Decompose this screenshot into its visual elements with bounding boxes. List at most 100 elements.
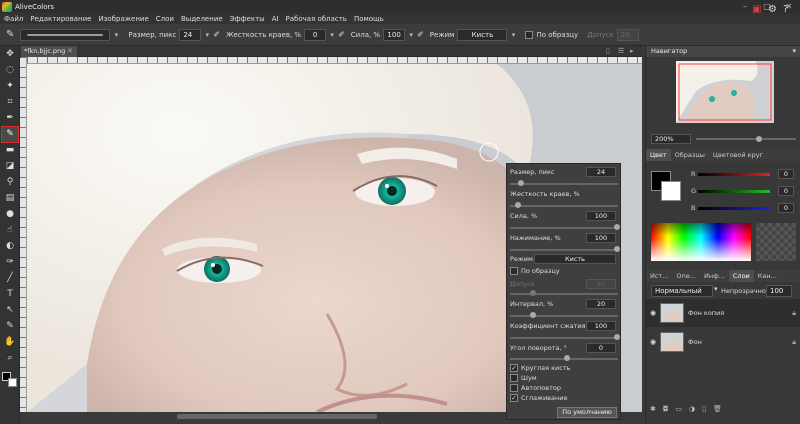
text-tool-icon[interactable]: T [2, 287, 18, 302]
eyedropper-tool-icon[interactable]: ✒ [2, 111, 18, 126]
blur-tool-icon[interactable]: ● [2, 207, 18, 222]
lock-icon[interactable]: 🔒︎ [792, 338, 796, 347]
channel-b-slider[interactable] [698, 207, 770, 210]
navigator-thumbnail[interactable] [676, 61, 774, 123]
new-document-icon[interactable]: ▯ [606, 46, 610, 57]
scrollbar-thumb[interactable] [177, 414, 377, 419]
panel-pressure-input[interactable]: 100 [586, 233, 616, 243]
sampler-tool-icon[interactable]: ✎ [2, 319, 18, 334]
tab-operations[interactable]: Опе... [672, 270, 700, 282]
pressure-icon[interactable]: ✐ [417, 30, 424, 39]
panel-size-input[interactable]: 24 [586, 167, 616, 177]
menu-effects[interactable]: Эффекты [230, 15, 265, 23]
blend-mode-select[interactable]: Нормальный [651, 285, 713, 297]
noise-checkbox[interactable] [510, 374, 518, 382]
navigator-menu-icon[interactable]: ▾ [792, 47, 796, 55]
pressure-slider[interactable] [510, 246, 620, 252]
visibility-icon[interactable]: ◉ [646, 338, 660, 346]
tab-color[interactable]: Цвет [646, 149, 671, 161]
menu-file[interactable]: Файл [4, 15, 23, 23]
tab-info[interactable]: Инф... [700, 270, 729, 282]
panel-tolerance-input[interactable]: 20 [586, 279, 616, 289]
brush-preview[interactable] [20, 28, 111, 41]
background-swatch[interactable] [661, 181, 681, 201]
pen-tool-icon[interactable]: ✑ [2, 255, 18, 270]
background-color-swatch[interactable] [8, 378, 17, 387]
menu-select[interactable]: Выделение [181, 15, 223, 23]
color-spectrum[interactable] [651, 223, 751, 261]
hardness-slider[interactable] [510, 202, 618, 208]
new-layer-icon[interactable]: ▯ [702, 405, 706, 413]
eraser-tool-icon[interactable]: ▬ [2, 143, 18, 158]
size-slider[interactable] [510, 180, 618, 186]
opacity-input[interactable]: 100 [766, 285, 792, 297]
crop-tool-icon[interactable]: ⌗ [2, 95, 18, 110]
zoom-tool-icon[interactable]: ⌕ [2, 351, 18, 366]
menu-edit[interactable]: Редактирование [30, 15, 91, 23]
settings-icon[interactable]: ⚙ [768, 4, 777, 15]
channel-g-slider[interactable] [698, 190, 770, 193]
dodge-tool-icon[interactable]: ◐ [2, 239, 18, 254]
smoothing-checkbox[interactable] [510, 394, 518, 402]
layer-row[interactable]: ◉ Фон 🔒︎ [646, 328, 800, 356]
gradient-tool-icon[interactable]: ▤ [2, 191, 18, 206]
strength-stepper[interactable]: ▾ [405, 29, 417, 41]
size-input[interactable]: 24 [179, 28, 202, 41]
document-scroll-icon[interactable]: ▸ [630, 46, 634, 57]
recent-colors-grid[interactable] [756, 223, 796, 261]
pressure-icon[interactable]: ✐ [213, 30, 220, 39]
lock-icon[interactable]: 🔒︎ [792, 309, 796, 318]
angle-slider[interactable] [510, 355, 618, 361]
channel-g-input[interactable]: 0 [778, 186, 794, 196]
strength-slider[interactable] [510, 224, 620, 230]
tab-swatches[interactable]: Образцы [671, 149, 709, 161]
channel-r-input[interactable]: 0 [778, 169, 794, 179]
hand-tool-icon[interactable]: ✋ [2, 335, 18, 350]
tab-channels[interactable]: Кан... [754, 270, 781, 282]
panel-interval-input[interactable]: 20 [586, 299, 616, 309]
visibility-icon[interactable]: ◉ [646, 309, 660, 317]
add-mask-icon[interactable]: ◘ [663, 405, 669, 413]
layer-row[interactable]: ◉ Фон копия 🔒︎ [646, 299, 800, 327]
brush-preset-dropdown-icon[interactable]: ▾ [110, 29, 122, 41]
channel-r-slider[interactable] [698, 173, 770, 176]
delete-layer-icon[interactable]: 🗑︎ [713, 405, 722, 413]
tab-history[interactable]: Ист... [646, 270, 672, 282]
menu-help[interactable]: Помощь [354, 15, 384, 23]
menu-workspace[interactable]: Рабочая область [286, 15, 347, 23]
close-tab-icon[interactable]: ✕ [67, 46, 73, 57]
magic-wand-tool-icon[interactable]: ✦ [2, 79, 18, 94]
smudge-tool-icon[interactable]: ☝ [2, 223, 18, 238]
hardness-stepper[interactable]: ▾ [326, 29, 338, 41]
blend-mode-dropdown-icon[interactable]: ▾ [714, 285, 718, 293]
strength-input[interactable]: 100 [383, 28, 406, 41]
document-menu-icon[interactable]: ☰ [618, 46, 624, 57]
compress-slider[interactable] [510, 334, 620, 340]
mode-select[interactable]: Кисть [457, 28, 508, 41]
move-tool-icon[interactable]: ✥ [2, 47, 18, 62]
close-icon[interactable]: ✕ [778, 0, 800, 13]
panel-sample-checkbox[interactable] [510, 267, 518, 275]
size-stepper[interactable]: ▾ [201, 29, 213, 41]
panel-mode-select[interactable]: Кисть [534, 254, 616, 264]
channel-b-input[interactable]: 0 [778, 203, 794, 213]
zoom-slider[interactable] [696, 136, 796, 142]
zoom-input[interactable]: 200% [651, 134, 691, 144]
new-group-icon[interactable]: ▭ [675, 405, 682, 413]
hardness-input[interactable]: 0 [304, 28, 327, 41]
brush-tool-icon[interactable]: ✎ [6, 29, 14, 40]
adjustment-icon[interactable]: ◑ [689, 405, 695, 413]
tab-color-wheel[interactable]: Цветовой круг [709, 149, 767, 161]
fill-tool-icon[interactable]: ◪ [2, 159, 18, 174]
notification-icon[interactable]: ▣ [752, 4, 761, 15]
menu-image[interactable]: Изображение [98, 15, 148, 23]
panel-compress-input[interactable]: 100 [586, 321, 616, 331]
panel-strength-input[interactable]: 100 [586, 211, 616, 221]
panel-angle-input[interactable]: 0 [586, 343, 616, 353]
stamp-tool-icon[interactable]: ⚲ [2, 175, 18, 190]
help-icon[interactable]: ? [783, 4, 788, 15]
effects-icon[interactable]: ✱ [650, 405, 656, 413]
sample-checkbox[interactable] [525, 30, 534, 39]
tab-layers[interactable]: Слои [728, 270, 754, 282]
default-button[interactable]: По умолчанию [557, 407, 617, 418]
